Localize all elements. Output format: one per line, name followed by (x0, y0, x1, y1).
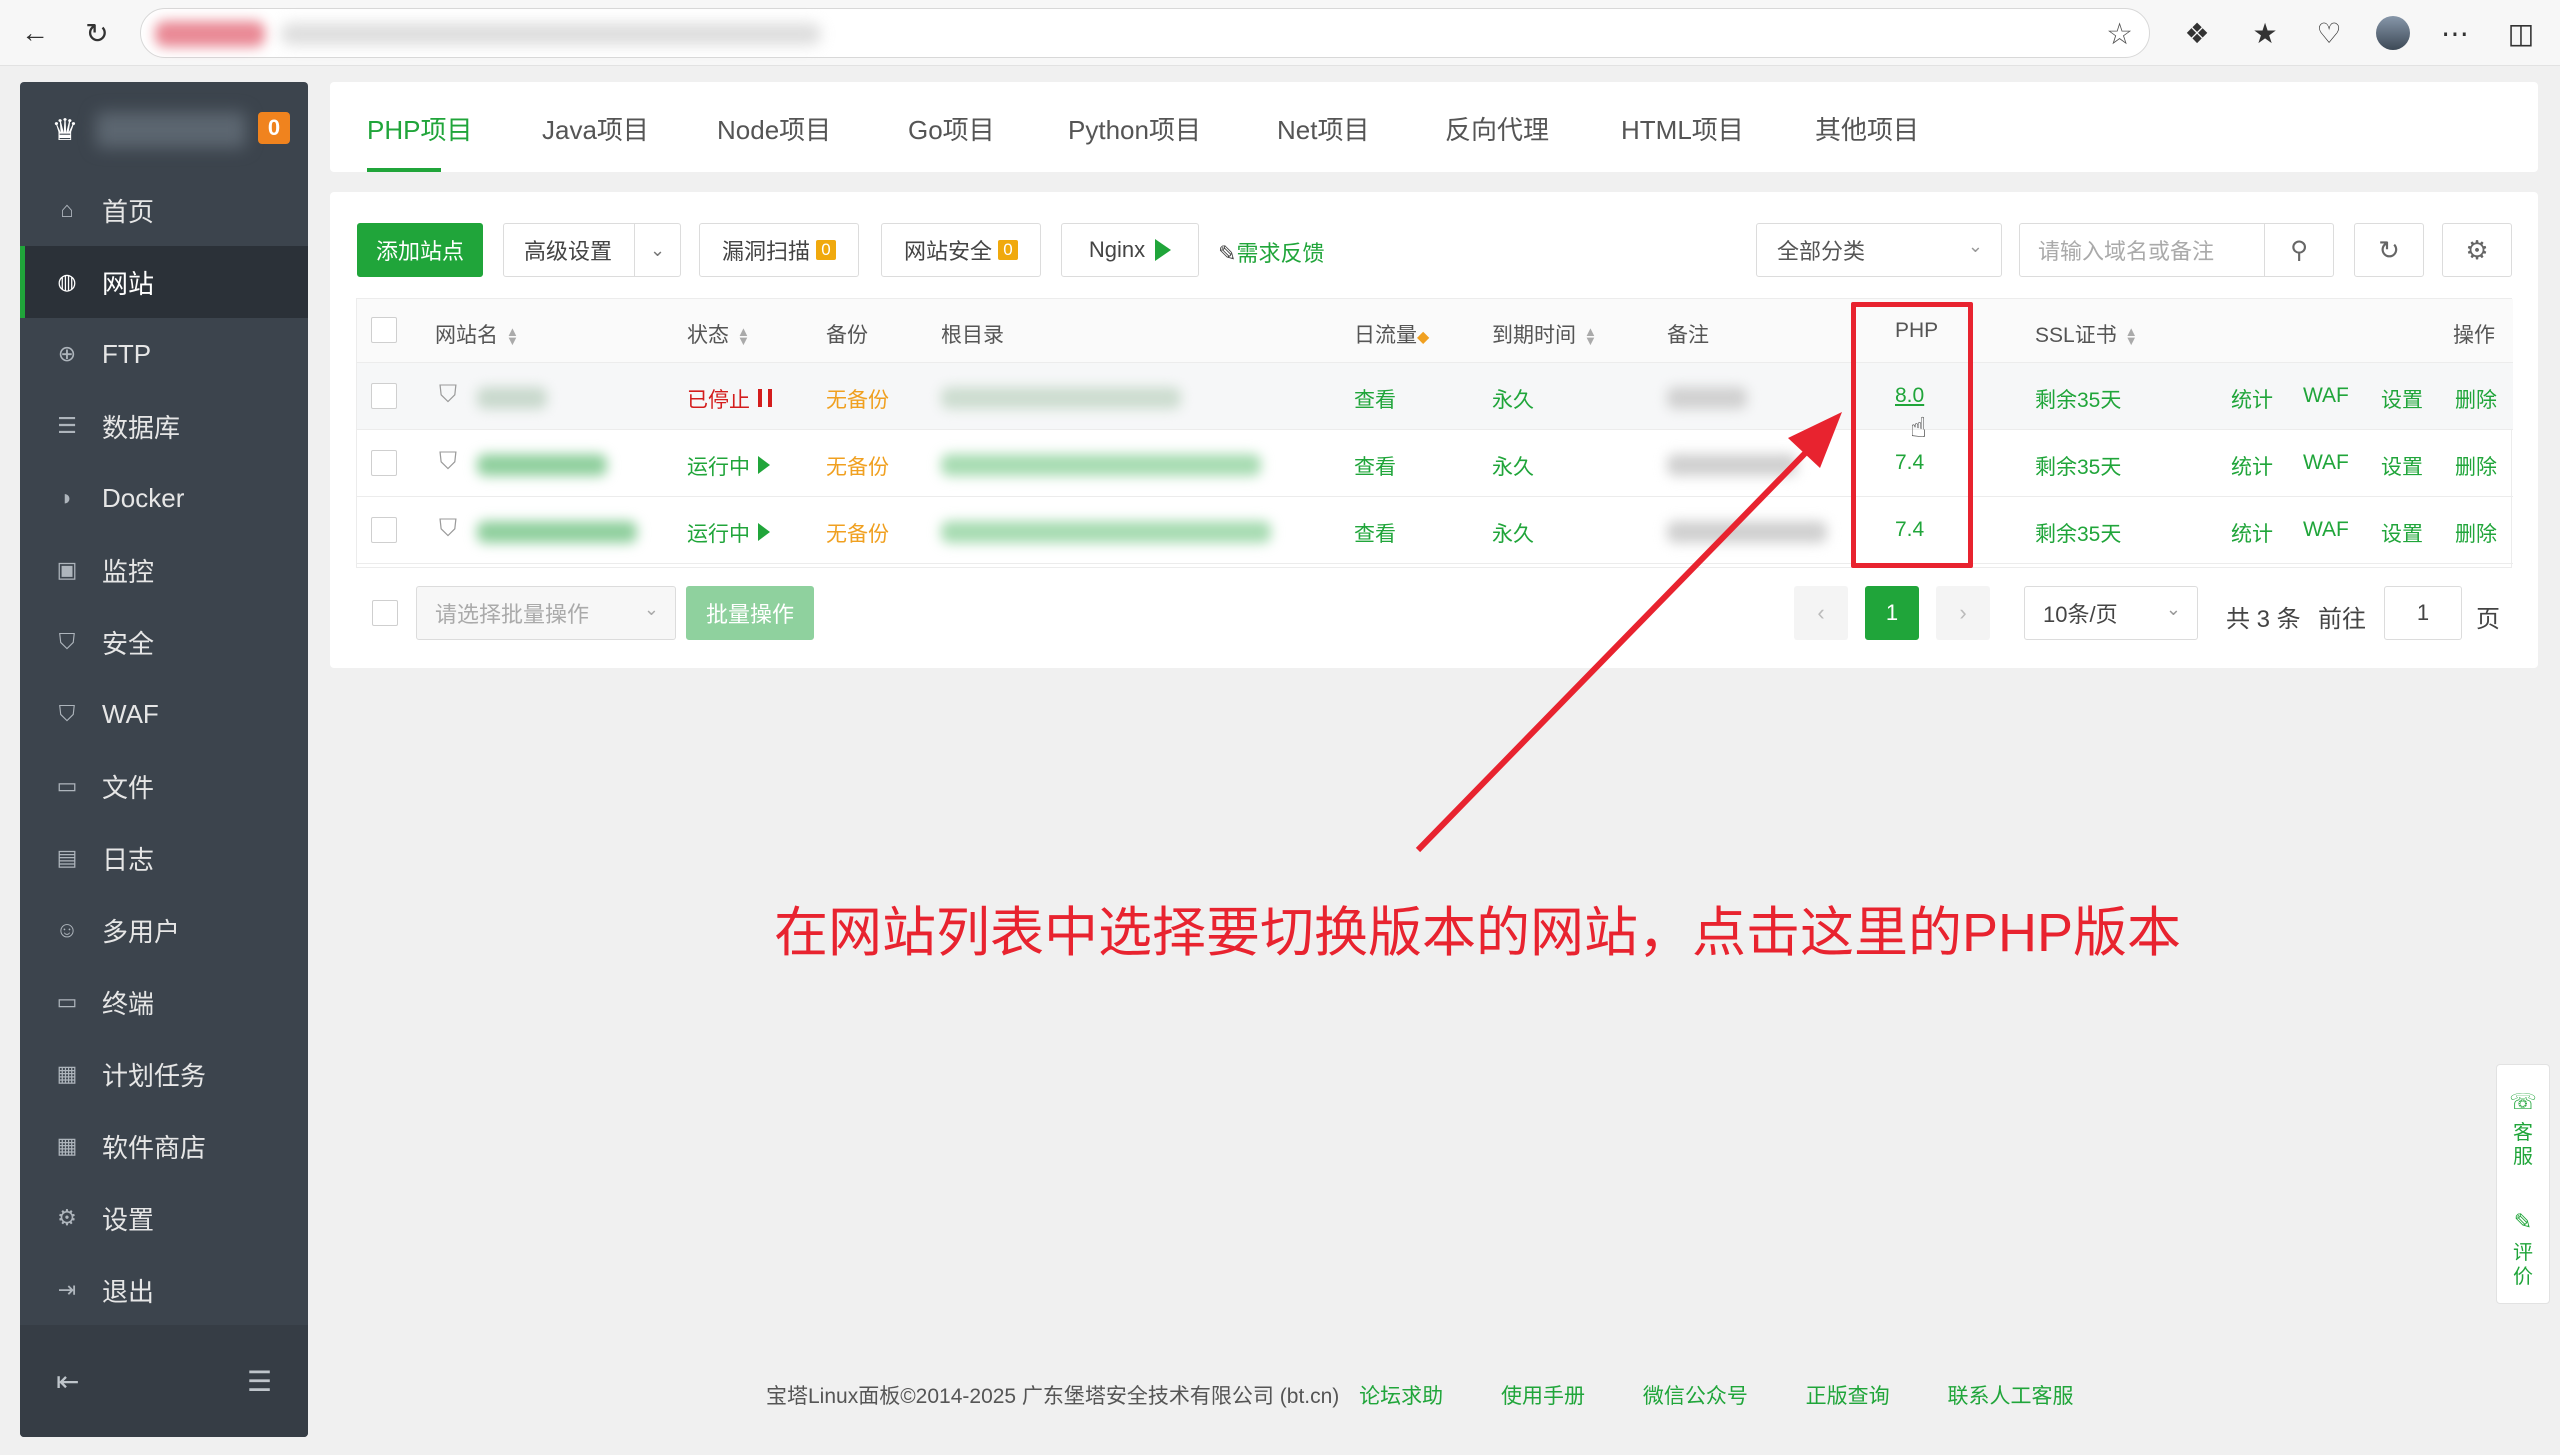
annotation-text: 在网站列表中选择要切换版本的网站，点击这里的PHP版本 (774, 903, 2182, 963)
annotation-arrow (1415, 412, 1842, 853)
